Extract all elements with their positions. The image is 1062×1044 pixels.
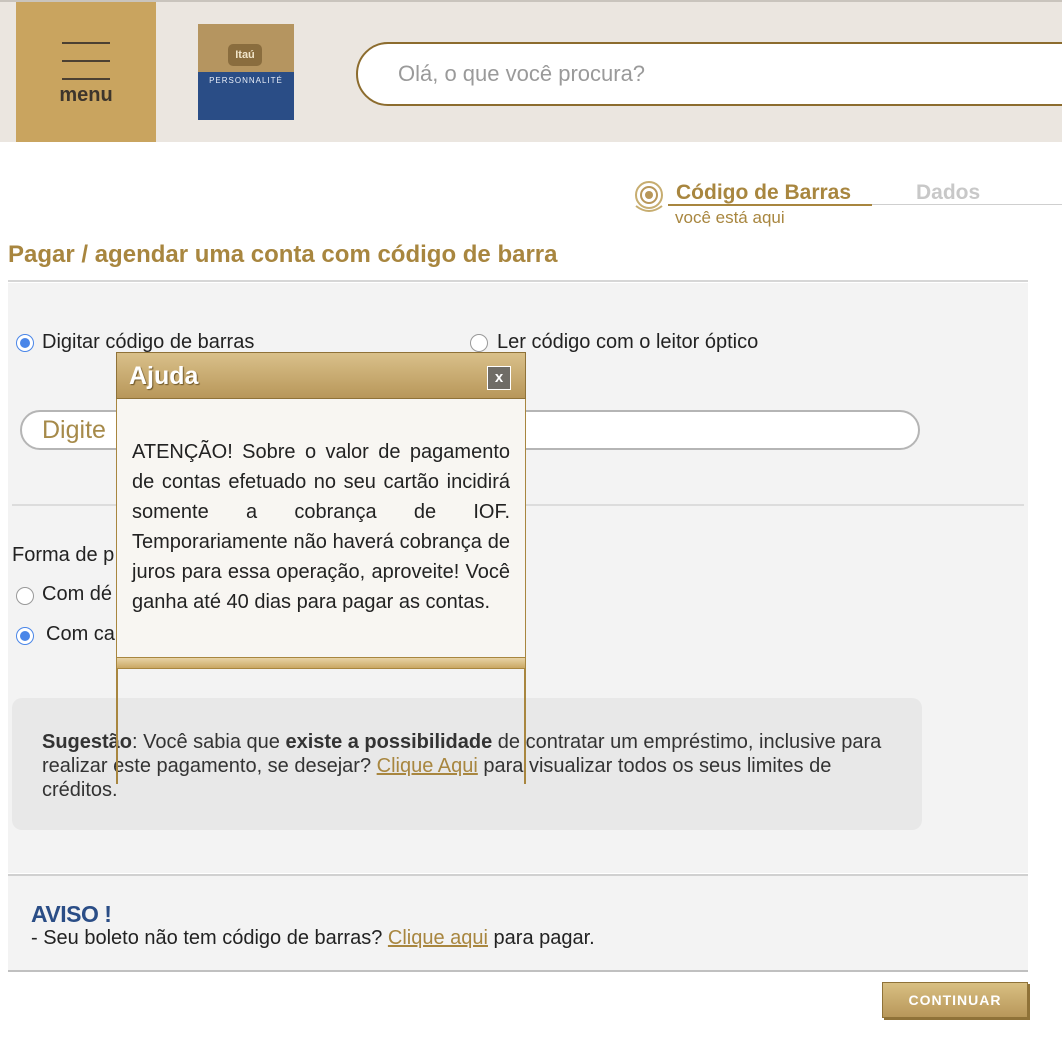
payment-method-label: Forma de p xyxy=(12,544,115,566)
radio-payment-card-label[interactable]: Com ca xyxy=(46,623,115,646)
hamburger-icon-line xyxy=(62,78,110,80)
hamburger-icon-line xyxy=(62,60,110,62)
help-modal-edge-left xyxy=(116,669,118,784)
aviso-text: - Seu boleto não tem código de barras? C… xyxy=(31,927,595,950)
suggestion-text-part: : Você sabia que xyxy=(132,731,286,753)
radio-payment-card[interactable] xyxy=(16,627,34,645)
limits-link[interactable]: Clique Aqui xyxy=(377,755,478,777)
close-icon[interactable]: x xyxy=(487,366,511,390)
radio-type-barcode-label[interactable]: Digitar código de barras xyxy=(42,331,254,354)
aviso-panel xyxy=(8,876,1028,970)
radio-type-barcode[interactable] xyxy=(16,334,34,352)
target-icon xyxy=(635,181,663,212)
menu-label: menu xyxy=(59,84,113,106)
step-current-underline xyxy=(668,204,872,206)
radio-payment-debit[interactable] xyxy=(16,587,34,605)
bank-logo[interactable]: Itaú PERSONNALITÉ xyxy=(198,24,294,120)
title-divider xyxy=(8,280,1028,282)
help-modal-text: ATENÇÃO! Sobre o valor de pagamento de c… xyxy=(132,441,510,613)
no-barcode-link[interactable]: Clique aqui xyxy=(388,927,488,949)
suggestion-text: Sugestão: Você sabia que existe a possib… xyxy=(42,730,892,802)
aviso-divider-bottom xyxy=(8,970,1028,972)
step-current-sublabel: você está aqui xyxy=(675,208,785,227)
aviso-title: AVISO ! xyxy=(31,901,112,927)
search-input[interactable] xyxy=(356,42,1062,106)
help-modal-title: Ajuda xyxy=(129,362,199,390)
page-title: Pagar / agendar uma conta com código de … xyxy=(8,241,558,268)
menu-button[interactable]: menu xyxy=(16,2,156,142)
step-current-label: Código de Barras xyxy=(676,181,852,204)
help-modal-body: ATENÇÃO! Sobre o valor de pagamento de c… xyxy=(116,399,526,657)
help-modal-header[interactable]: Ajuda x xyxy=(116,352,526,399)
aviso-text-part: - Seu boleto não tem código de barras? xyxy=(31,927,388,949)
logo-subtitle: PERSONNALITÉ xyxy=(209,76,283,85)
radio-scan-barcode[interactable] xyxy=(470,334,488,352)
radio-scan-barcode-label[interactable]: Ler código com o leitor óptico xyxy=(497,331,758,354)
suggestion-bold: existe a possibilidade xyxy=(285,731,493,753)
radio-payment-debit-label[interactable]: Com dé xyxy=(42,583,112,606)
step-next-label: Dados xyxy=(916,181,981,204)
hamburger-icon xyxy=(62,42,110,44)
help-modal-edge-right xyxy=(524,669,526,784)
logo-wordmark: Itaú xyxy=(228,44,262,66)
suggestion-prefix: Sugestão xyxy=(42,731,133,753)
continue-button[interactable]: CONTINUAR xyxy=(882,982,1028,1018)
aviso-text-part: para pagar. xyxy=(487,927,595,949)
help-modal-footer xyxy=(116,657,526,669)
